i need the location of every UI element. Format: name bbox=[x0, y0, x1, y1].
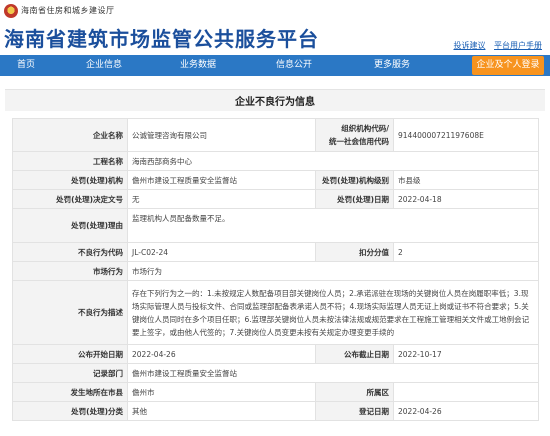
org-code-value: 91440000721197608E bbox=[393, 118, 539, 152]
site-title: 海南省建筑市场监管公共服务平台 bbox=[4, 27, 319, 51]
penalty-reason-value: 监理机构人员配备数量不足。 bbox=[127, 208, 539, 243]
org-code-label-line2: 统一社会信用代码 bbox=[329, 137, 389, 146]
table-row: 不良行为代码 JL-C02-24 扣分分值 2 bbox=[12, 242, 539, 262]
record-date-label: 登记日期 bbox=[315, 401, 394, 421]
publish-end-label: 公布截止日期 bbox=[315, 344, 394, 364]
table-row: 处罚(处理)理由 监理机构人员配备数量不足。 bbox=[12, 208, 539, 243]
record-unit-label: 记录部门 bbox=[12, 363, 128, 383]
top-links: 投诉建议 平台用户手册 bbox=[447, 40, 542, 51]
market-behavior-label: 市场行为 bbox=[12, 261, 128, 281]
market-behavior-value: 市场行为 bbox=[127, 261, 539, 281]
company-name-value: 公诚管理咨询有限公司 bbox=[127, 118, 316, 152]
national-emblem-icon bbox=[4, 4, 18, 18]
behavior-code-label: 不良行为代码 bbox=[12, 242, 128, 262]
district-value bbox=[393, 382, 539, 402]
company-name-label: 企业名称 bbox=[12, 118, 128, 152]
complaint-link[interactable]: 投诉建议 bbox=[453, 41, 485, 50]
agency-level-label: 处罚(处理)机构级别 bbox=[315, 170, 394, 190]
penalty-agency-value: 儋州市建设工程质量安全监督站 bbox=[127, 170, 316, 190]
table-row: 公布开始日期 2022-04-26 公布截止日期 2022-10-17 bbox=[12, 344, 539, 364]
record-date-value: 2022-04-26 bbox=[393, 401, 539, 421]
org-code-label-line1: 组织机构代码/ bbox=[341, 124, 389, 133]
decision-doc-value: 无 bbox=[127, 189, 316, 209]
project-name-value: 海南西部商务中心 bbox=[127, 151, 539, 171]
publish-end-value: 2022-10-17 bbox=[393, 344, 539, 364]
main-nav: 首页 企业信息 业务数据 信息公开 更多服务 企业及个人登录 bbox=[0, 55, 550, 76]
table-row: 企业名称 公诚管理咨询有限公司 组织机构代码/ 统一社会信用代码 9144000… bbox=[12, 118, 539, 152]
penalty-reason-label: 处罚(处理)理由 bbox=[12, 208, 128, 243]
category-value: 其他 bbox=[127, 401, 316, 421]
nav-item-more-services[interactable]: 更多服务 bbox=[366, 55, 418, 76]
district-label: 所属区 bbox=[315, 382, 394, 402]
project-name-label: 工程名称 bbox=[12, 151, 128, 171]
publish-start-label: 公布开始日期 bbox=[12, 344, 128, 364]
deduction-value: 2 bbox=[393, 242, 539, 262]
behavior-code-value: JL-C02-24 bbox=[127, 242, 316, 262]
table-row: 不良行为描述 存在下列行为之一的：1.未按规定人数配备项目部关键岗位人员；2.承… bbox=[12, 280, 539, 345]
publish-start-value: 2022-04-26 bbox=[127, 344, 316, 364]
decision-doc-label: 处罚(处理)决定文号 bbox=[12, 189, 128, 209]
table-row: 发生地所在市县 儋州市 所属区 bbox=[12, 382, 539, 402]
table-row: 处罚(处理)分类 其他 登记日期 2022-04-26 bbox=[12, 401, 539, 421]
behavior-desc-label: 不良行为描述 bbox=[12, 280, 128, 345]
nav-item-enterprise-info[interactable]: 企业信息 bbox=[78, 55, 130, 76]
detail-table: 企业名称 公诚管理咨询有限公司 组织机构代码/ 统一社会信用代码 9144000… bbox=[12, 118, 539, 421]
page-title: 企业不良行为信息 bbox=[235, 97, 315, 108]
agency-level-value: 市县级 bbox=[393, 170, 539, 190]
org-code-label: 组织机构代码/ 统一社会信用代码 bbox=[315, 118, 394, 152]
penalty-date-label: 处罚(处理)日期 bbox=[315, 189, 394, 209]
nav-item-business-data[interactable]: 业务数据 bbox=[172, 55, 224, 76]
deduction-label: 扣分分值 bbox=[315, 242, 394, 262]
user-manual-link[interactable]: 平台用户手册 bbox=[494, 41, 542, 50]
site-header: 海南省住房和城乡建设厅 海南省建筑市场监管公共服务平台 投诉建议 平台用户手册 bbox=[0, 0, 550, 55]
nav-item-home[interactable]: 首页 bbox=[0, 55, 52, 76]
location-value: 儋州市 bbox=[127, 382, 316, 402]
ministry-name: 海南省住房和城乡建设厅 bbox=[21, 6, 115, 15]
nav-item-public-info[interactable]: 信息公开 bbox=[268, 55, 320, 76]
table-row: 市场行为 市场行为 bbox=[12, 261, 539, 281]
penalty-agency-label: 处罚(处理)机构 bbox=[12, 170, 128, 190]
record-unit-value: 儋州市建设工程质量安全监督站 bbox=[127, 363, 539, 383]
category-label: 处罚(处理)分类 bbox=[12, 401, 128, 421]
table-row: 处罚(处理)决定文号 无 处罚(处理)日期 2022-04-18 bbox=[12, 189, 539, 209]
login-button[interactable]: 企业及个人登录 bbox=[472, 56, 544, 75]
penalty-date-value: 2022-04-18 bbox=[393, 189, 539, 209]
table-row: 记录部门 儋州市建设工程质量安全监督站 bbox=[12, 363, 539, 383]
table-row: 工程名称 海南西部商务中心 bbox=[12, 151, 539, 171]
table-row: 处罚(处理)机构 儋州市建设工程质量安全监督站 处罚(处理)机构级别 市县级 bbox=[12, 170, 539, 190]
location-label: 发生地所在市县 bbox=[12, 382, 128, 402]
behavior-desc-value: 存在下列行为之一的：1.未按规定人数配备项目部关键岗位人员；2.承诺派驻在现场的… bbox=[127, 280, 539, 345]
